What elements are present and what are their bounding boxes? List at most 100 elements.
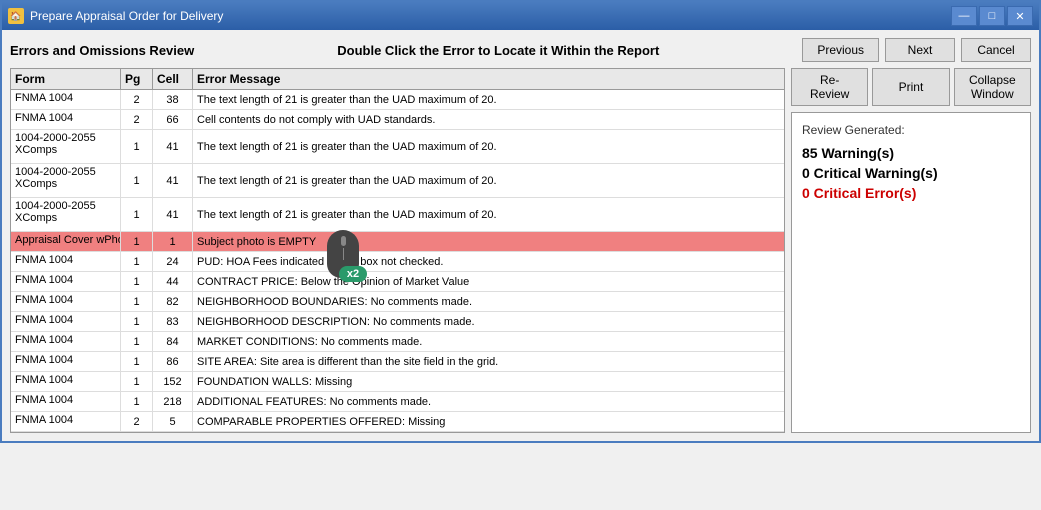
collapse-window-button[interactable]: Collapse Window (954, 68, 1031, 106)
cell-cell: 83 (153, 312, 193, 331)
window-body: Errors and Omissions Review Double Click… (2, 30, 1039, 441)
cell-form: 1004-2000-2055XComps (11, 130, 121, 163)
cell-form: FNMA 1004 (11, 272, 121, 291)
critical-errors-count: 0 Critical Error(s) (802, 185, 1020, 201)
cell-pg: 1 (121, 130, 153, 163)
cell-cell: 41 (153, 198, 193, 231)
cell-form: FNMA 1004 (11, 312, 121, 331)
cell-pg: 1 (121, 352, 153, 371)
cell-form: FNMA 1004 (11, 372, 121, 391)
cell-pg: 1 (121, 272, 153, 291)
section-title: Errors and Omissions Review (10, 43, 194, 58)
table-row[interactable]: FNMA 1004 2 5 COMPARABLE PROPERTIES OFFE… (11, 412, 784, 432)
cell-pg: 1 (121, 332, 153, 351)
navigation-buttons: Previous Next Cancel (802, 38, 1031, 62)
cell-message: The text length of 21 is greater than th… (193, 130, 784, 163)
review-generated-label: Review Generated: (802, 123, 1020, 137)
table-row[interactable]: 1004-2000-2055XComps 1 41 The text lengt… (11, 130, 784, 164)
table-row[interactable]: Appraisal Cover wPhoto 1 1 Subject photo… (11, 232, 784, 252)
cell-form: FNMA 1004 (11, 110, 121, 129)
cell-message: COMPARABLE PROPERTIES OFFERED: Missing (193, 412, 784, 431)
cell-message: The text length of 21 is greater than th… (193, 198, 784, 231)
cell-form: FNMA 1004 (11, 352, 121, 371)
close-button[interactable]: ✕ (1007, 6, 1033, 26)
table-row[interactable]: FNMA 1004 1 86 SITE AREA: Site area is d… (11, 352, 784, 372)
cell-form: FNMA 1004 (11, 332, 121, 351)
cell-message: Cell contents do not comply with UAD sta… (193, 110, 784, 129)
cell-cell: 38 (153, 90, 193, 109)
cell-cell: 41 (153, 164, 193, 197)
table-row[interactable]: 1004-2000-2055XComps 1 41 The text lengt… (11, 198, 784, 232)
table-row[interactable]: FNMA 1004 1 82 NEIGHBORHOOD BOUNDARIES: … (11, 292, 784, 312)
cell-cell: 41 (153, 130, 193, 163)
cell-pg: 1 (121, 252, 153, 271)
cell-message: FOUNDATION WALLS: Missing (193, 372, 784, 391)
main-window: 🏠 Prepare Appraisal Order for Delivery —… (0, 0, 1041, 443)
top-bar: Errors and Omissions Review Double Click… (10, 38, 1031, 62)
cell-form: FNMA 1004 (11, 292, 121, 311)
cell-pg: 1 (121, 198, 153, 231)
cell-form: 1004-2000-2055XComps (11, 164, 121, 197)
cell-pg: 2 (121, 110, 153, 129)
next-button[interactable]: Next (885, 38, 955, 62)
error-table: Form Pg Cell Error Message FNMA 1004 2 3… (10, 68, 785, 433)
table-scroll-area[interactable]: FNMA 1004 2 38 The text length of 21 is … (11, 90, 784, 432)
cell-cell: 86 (153, 352, 193, 371)
cell-message: NEIGHBORHOOD BOUNDARIES: No comments mad… (193, 292, 784, 311)
table-row[interactable]: FNMA 1004 2 38 The text length of 21 is … (11, 90, 784, 110)
cancel-button[interactable]: Cancel (961, 38, 1031, 62)
cell-cell: 5 (153, 412, 193, 431)
cell-pg: 1 (121, 164, 153, 197)
cell-form: 1004-2000-2055XComps (11, 198, 121, 231)
cell-pg: 1 (121, 372, 153, 391)
cell-message: CONTRACT PRICE: Below the Opinion of Mar… (193, 272, 784, 291)
cell-message: ADDITIONAL FEATURES: No comments made. (193, 392, 784, 411)
print-button[interactable]: Print (872, 68, 949, 106)
cell-pg: 1 (121, 392, 153, 411)
table-row[interactable]: FNMA 1004 1 218 ADDITIONAL FEATURES: No … (11, 392, 784, 412)
instruction-text: Double Click the Error to Locate it With… (194, 43, 802, 58)
cell-message: SITE AREA: Site area is different than t… (193, 352, 784, 371)
window-title: Prepare Appraisal Order for Delivery (30, 9, 945, 23)
cell-message: Subject photo is EMPTY (193, 232, 784, 251)
cell-pg: 1 (121, 312, 153, 331)
col-pg: Pg (121, 69, 153, 89)
cell-message: The text length of 21 is greater than th… (193, 164, 784, 197)
cell-form: FNMA 1004 (11, 392, 121, 411)
title-bar: 🏠 Prepare Appraisal Order for Delivery —… (2, 2, 1039, 30)
table-row[interactable]: FNMA 1004 1 152 FOUNDATION WALLS: Missin… (11, 372, 784, 392)
cell-form: FNMA 1004 (11, 90, 121, 109)
cell-cell: 82 (153, 292, 193, 311)
table-row[interactable]: FNMA 1004 1 24 PUD: HOA Fees indicated -… (11, 252, 784, 272)
col-cell: Cell (153, 69, 193, 89)
cell-form: FNMA 1004 (11, 252, 121, 271)
cell-message: MARKET CONDITIONS: No comments made. (193, 332, 784, 351)
table-row[interactable]: FNMA 1004 1 83 NEIGHBORHOOD DESCRIPTION:… (11, 312, 784, 332)
side-action-buttons: Re-Review Print Collapse Window (791, 68, 1031, 106)
col-form: Form (11, 69, 121, 89)
cell-form: Appraisal Cover wPhoto (11, 232, 121, 251)
minimize-button[interactable]: — (951, 6, 977, 26)
review-summary-panel: Review Generated: 85 Warning(s) 0 Critic… (791, 112, 1031, 433)
cell-cell: 1 (153, 232, 193, 251)
cell-cell: 44 (153, 272, 193, 291)
table-header: Form Pg Cell Error Message (11, 69, 784, 90)
app-icon: 🏠 (8, 8, 24, 24)
previous-button[interactable]: Previous (802, 38, 879, 62)
maximize-button[interactable]: □ (979, 6, 1005, 26)
cell-pg: 2 (121, 90, 153, 109)
cell-cell: 66 (153, 110, 193, 129)
cell-message: The text length of 21 is greater than th… (193, 90, 784, 109)
cell-message: PUD: HOA Fees indicated - PUD box not ch… (193, 252, 784, 271)
table-row[interactable]: 1004-2000-2055XComps 1 41 The text lengt… (11, 164, 784, 198)
cell-pg: 1 (121, 232, 153, 251)
table-row[interactable]: FNMA 1004 1 44 CONTRACT PRICE: Below the… (11, 272, 784, 292)
warnings-count: 85 Warning(s) (802, 145, 1020, 161)
cell-pg: 1 (121, 292, 153, 311)
re-review-button[interactable]: Re-Review (791, 68, 868, 106)
cell-form: FNMA 1004 (11, 412, 121, 431)
table-row[interactable]: FNMA 1004 2 66 Cell contents do not comp… (11, 110, 784, 130)
main-area: Form Pg Cell Error Message FNMA 1004 2 3… (10, 68, 1031, 433)
cell-cell: 24 (153, 252, 193, 271)
table-row[interactable]: FNMA 1004 1 84 MARKET CONDITIONS: No com… (11, 332, 784, 352)
